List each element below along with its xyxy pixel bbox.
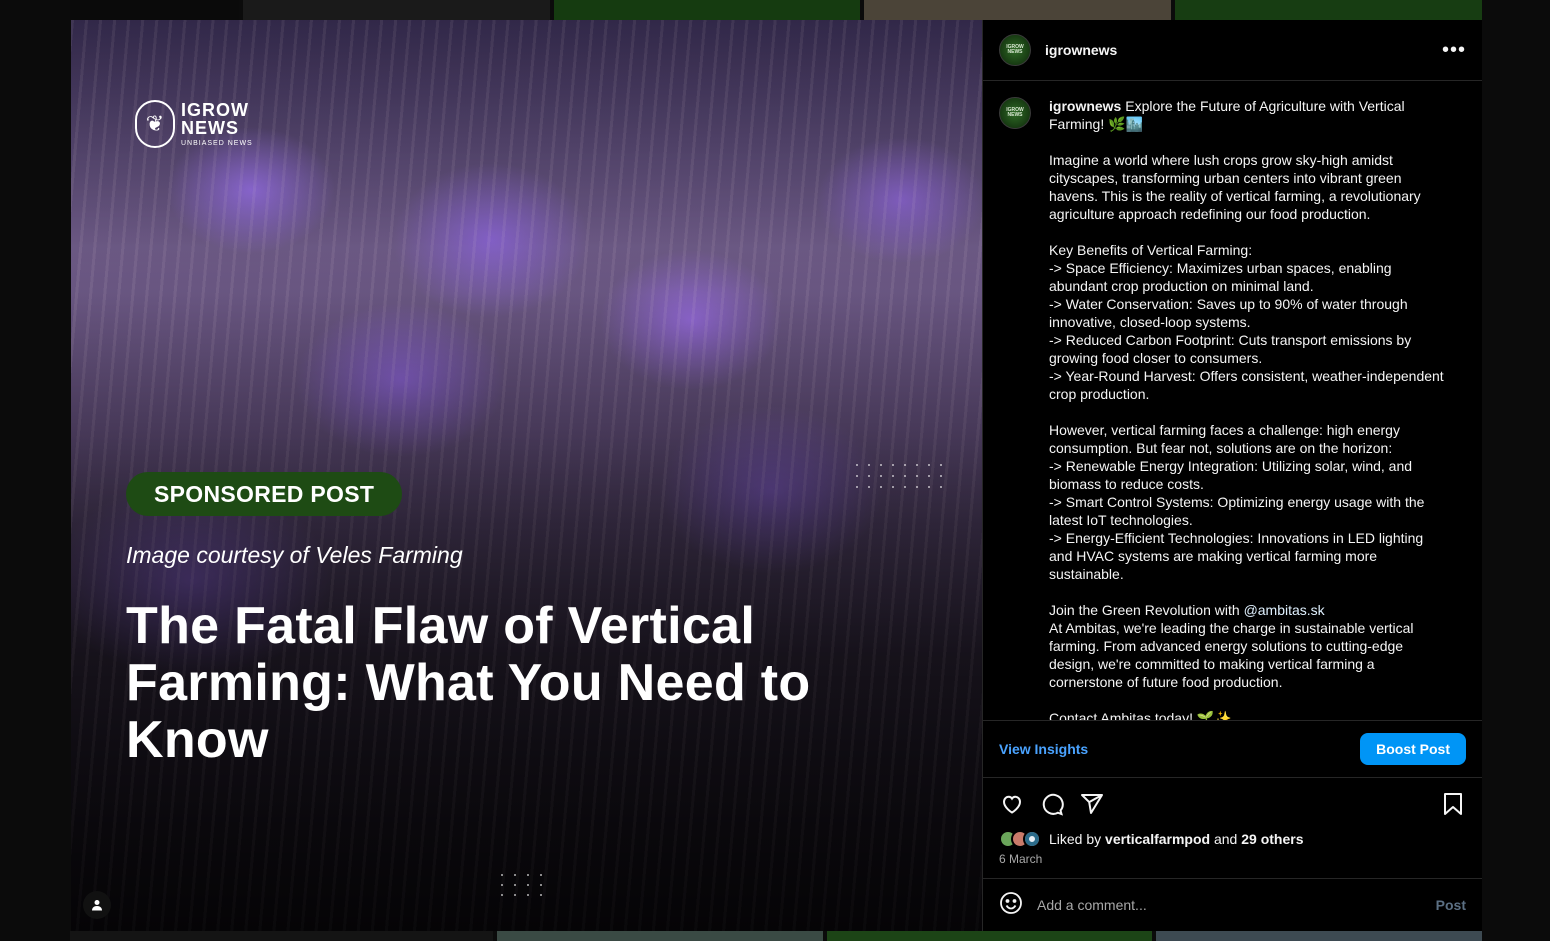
solution-item: -> Smart Control Systems: Optimizing ene… [1049, 494, 1425, 528]
likes-prefix: Liked by [1049, 831, 1102, 847]
igrownews-logo: ❦ IGROW NEWS UNBIASED NEWS [135, 100, 253, 148]
likes-joiner: and [1213, 831, 1238, 847]
more-horizontal-icon[interactable]: ••• [1442, 39, 1466, 62]
post-side-panel: IGROW NEWS igrownews ••• IGROW NEWS igrown… [982, 20, 1482, 931]
liker-username[interactable]: verticalfarmpod [1105, 831, 1210, 847]
logo-line2: NEWS [181, 118, 239, 138]
benefit-item: -> Year-Round Harvest: Offers consistent… [1049, 368, 1444, 402]
post-comment-button[interactable]: Post [1436, 897, 1466, 913]
solution-item: -> Renewable Energy Integration: Utilizi… [1049, 458, 1413, 492]
post-headline: The Fatal Flaw of Vertical Farming: What… [126, 597, 811, 769]
benefit-item: -> Water Conservation: Saves up to 90% o… [1049, 296, 1408, 330]
insights-bar: View Insights Boost Post [983, 720, 1482, 778]
emoji-icon[interactable] [999, 891, 1023, 920]
logo-tagline: UNBIASED NEWS [181, 140, 253, 147]
background-grid-bottom [70, 931, 1482, 941]
likes-others-count[interactable]: 29 others [1241, 831, 1303, 847]
ambitas-paragraph: At Ambitas, we're leading the charge in … [1049, 620, 1414, 690]
decorative-dots [856, 464, 942, 488]
caption-scroll-area[interactable]: IGROW NEWS igrownews Explore the Future o… [983, 81, 1482, 720]
mention-link[interactable]: @ambitas.sk [1244, 602, 1325, 618]
avatar [1023, 830, 1041, 848]
tagged-user-icon[interactable] [83, 891, 111, 919]
post-image[interactable]: ❦ IGROW NEWS UNBIASED NEWS SPONSORED POS… [71, 20, 982, 931]
logo-line1: IGROW [181, 100, 249, 120]
comment-input[interactable] [1037, 897, 1422, 913]
header-username[interactable]: igrownews [1045, 42, 1117, 58]
solution-item: -> Energy-Efficient Technologies: Innova… [1049, 530, 1424, 582]
heart-icon[interactable] [999, 791, 1025, 817]
post-modal: ❦ IGROW NEWS UNBIASED NEWS SPONSORED POS… [71, 20, 1482, 931]
post-date: 6 March [999, 852, 1043, 866]
background-grid-top [70, 0, 1482, 20]
likes-summary[interactable]: Liked by verticalfarmpod and 29 others [983, 830, 1482, 848]
leaf-icon: ❦ [135, 100, 175, 148]
comment-composer: Post [983, 878, 1482, 931]
decorative-dots [501, 874, 542, 896]
benefit-item: -> Space Efficiency: Maximizes urban spa… [1049, 260, 1392, 294]
challenge-paragraph: However, vertical farming faces a challe… [1049, 422, 1400, 456]
post-header: IGROW NEWS igrownews ••• [983, 20, 1482, 81]
share-icon[interactable] [1079, 791, 1105, 817]
sponsored-badge: SPONSORED POST [126, 472, 403, 516]
view-insights-link[interactable]: View Insights [999, 741, 1088, 757]
action-bar [983, 778, 1482, 830]
liker-avatars [999, 830, 1041, 848]
bookmark-icon[interactable] [1440, 791, 1466, 817]
caption-text: igrownews Explore the Future of Agricult… [1049, 97, 1449, 720]
caption-paragraph: Imagine a world where lush crops grow sk… [1049, 152, 1421, 222]
comment-icon[interactable] [1039, 791, 1065, 817]
benefits-title: Key Benefits of Vertical Farming: [1049, 242, 1253, 258]
boost-post-button[interactable]: Boost Post [1360, 733, 1466, 765]
caption-username[interactable]: igrownews [1049, 98, 1121, 114]
likes-text: Liked by verticalfarmpod and 29 others [1049, 831, 1303, 847]
caption-avatar[interactable]: IGROW NEWS [999, 97, 1031, 129]
benefit-item: -> Reduced Carbon Footprint: Cuts transp… [1049, 332, 1412, 366]
avatar[interactable]: IGROW NEWS [999, 34, 1031, 66]
image-courtesy: Image courtesy of Veles Farming [126, 542, 463, 568]
caption-cutoff: Contact Ambitas today! 🌱✨ [1049, 710, 1232, 720]
join-text: Join the Green Revolution with [1049, 602, 1244, 618]
